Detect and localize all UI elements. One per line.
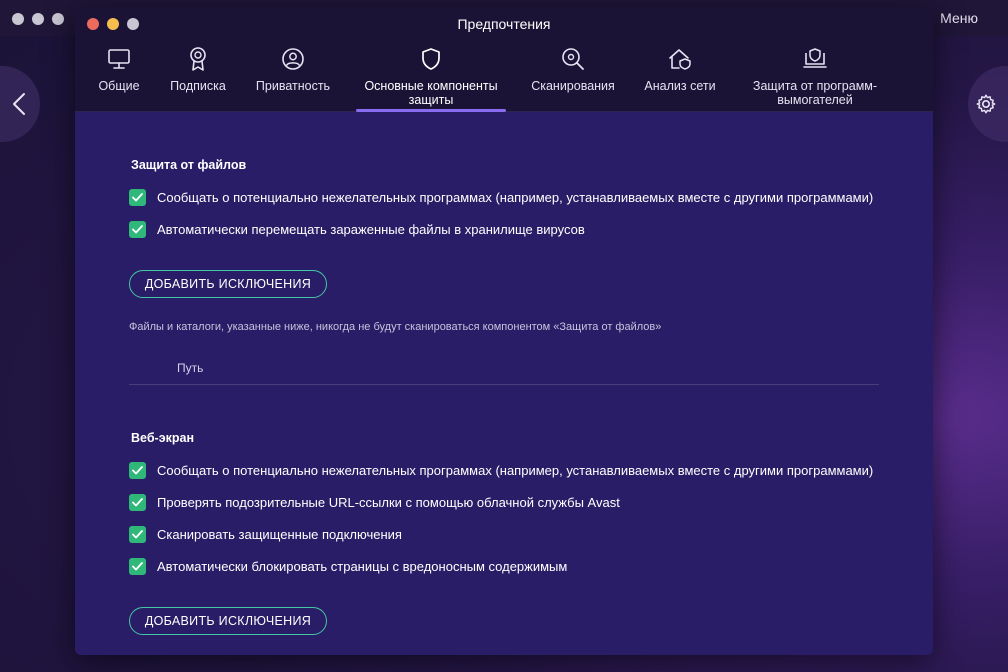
tab-general[interactable]: Общие (93, 45, 145, 112)
tab-label: Анализ сети (644, 79, 716, 93)
option-label: Автоматически перемещать зараженные файл… (157, 222, 585, 237)
file-shield-exceptions-note: Файлы и каталоги, указанные ниже, никогд… (129, 321, 662, 333)
scan-gear-icon (560, 45, 586, 73)
file-shield-title: Защита от файлов (131, 158, 247, 172)
checkbox[interactable] (129, 494, 146, 511)
option-label: Автоматически блокировать страницы с вре… (157, 559, 568, 574)
back-button[interactable] (0, 66, 40, 142)
checkmark-icon (132, 193, 143, 202)
checkmark-icon (132, 562, 143, 571)
web-shield-option-pup[interactable]: Сообщать о потенциально нежелательных пр… (129, 462, 873, 479)
tab-network-inspector[interactable]: Анализ сети (641, 45, 719, 112)
tab-subscription[interactable]: Подписка (163, 45, 233, 112)
file-shield-add-exceptions-button[interactable]: ДОБАВИТЬ ИСКЛЮЧЕНИЯ (129, 270, 327, 298)
monitor-icon (107, 45, 131, 73)
tab-label: Основные компоненты защиты (364, 79, 498, 107)
tab-label: Подписка (170, 79, 226, 93)
checkbox[interactable] (129, 462, 146, 479)
bg-zoom-dot (52, 13, 64, 25)
title-bar: Предпочтения Общие Подписка Приватность … (75, 7, 933, 112)
web-shield-option-url-check[interactable]: Проверять подозрительные URL-ссылки с по… (129, 494, 620, 511)
fingerprint-icon (281, 45, 305, 73)
background-window-controls (12, 13, 64, 25)
tab-scans[interactable]: Сканирования (527, 45, 619, 112)
checkmark-icon (132, 225, 143, 234)
preferences-window: Предпочтения Общие Подписка Приватность … (75, 7, 933, 655)
chevron-left-icon (13, 93, 25, 115)
settings-content: Защита от файлов Сообщать о потенциально… (129, 113, 879, 655)
bg-minimize-dot (32, 13, 44, 25)
checkbox[interactable] (129, 189, 146, 206)
tab-label: Защита от программ-вымогателей (752, 79, 878, 107)
settings-button[interactable] (968, 66, 1008, 142)
checkmark-icon (132, 466, 143, 475)
file-shield-option-pup[interactable]: Сообщать о потенциально нежелательных пр… (129, 189, 873, 206)
option-label: Сканировать защищенные подключения (157, 527, 402, 542)
checkmark-icon (132, 530, 143, 539)
web-shield-option-secure-connections[interactable]: Сканировать защищенные подключения (129, 526, 402, 543)
web-shield-option-block-malicious[interactable]: Автоматически блокировать страницы с вре… (129, 558, 567, 575)
badge-icon (187, 45, 209, 73)
gear-icon (976, 94, 996, 114)
file-shield-option-quarantine[interactable]: Автоматически перемещать зараженные файл… (129, 221, 585, 238)
home-shield-icon (667, 45, 693, 73)
window-title: Предпочтения (457, 16, 551, 32)
checkmark-icon (132, 498, 143, 507)
checkbox[interactable] (129, 558, 146, 575)
laptop-shield-icon (802, 45, 828, 73)
path-column-header: Путь (177, 361, 204, 375)
tab-privacy[interactable]: Приватность (251, 45, 335, 112)
active-tab-indicator (356, 109, 506, 112)
tab-label: Приватность (255, 79, 331, 93)
tab-label: Общие (98, 79, 140, 93)
shield-icon (420, 45, 442, 73)
tab-label: Сканирования (531, 79, 615, 93)
checkbox[interactable] (129, 221, 146, 238)
menu-button[interactable]: Меню (940, 10, 978, 26)
web-shield-title: Веб-экран (131, 431, 194, 445)
option-label: Сообщать о потенциально нежелательных пр… (157, 463, 874, 478)
web-shield-add-exceptions-button[interactable]: ДОБАВИТЬ ИСКЛЮЧЕНИЯ (129, 607, 327, 635)
option-label: Проверять подозрительные URL-ссылки с по… (157, 495, 620, 510)
tab-bar: Общие Подписка Приватность Основные комп… (75, 45, 933, 112)
bg-close-dot (12, 13, 24, 25)
exceptions-table-divider (129, 384, 879, 385)
tab-ransomware-shield[interactable]: Защита от программ-вымогателей (739, 45, 891, 112)
tab-core-shields[interactable]: Основные компоненты защиты (356, 45, 506, 112)
option-label: Сообщать о потенциально нежелательных пр… (157, 190, 874, 205)
checkbox[interactable] (129, 526, 146, 543)
